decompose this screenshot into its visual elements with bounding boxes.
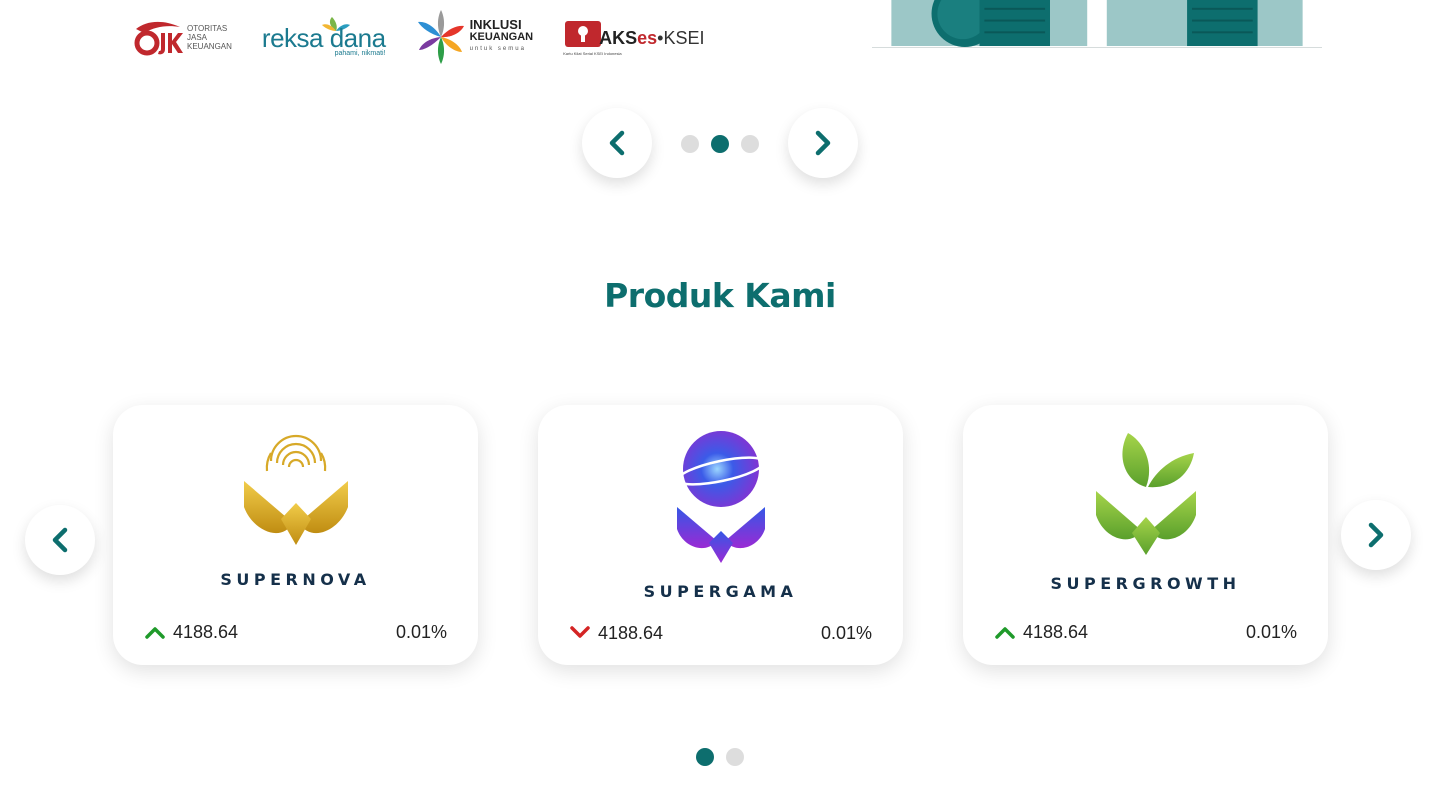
akses-ksei-logo: AKSes•KSEI Kartu Kilat Serial KSEI Indon… xyxy=(563,19,705,56)
reksa-dana-name: reksa dana xyxy=(261,23,386,53)
product-change: 0.01% xyxy=(395,621,447,642)
partner-logos: OTORITAS JASA KEUANGAN reksa dana pahami… xyxy=(134,6,705,68)
product-change: 0.01% xyxy=(1245,621,1297,642)
chevron-right-icon xyxy=(815,130,831,156)
hero-dot-1[interactable] xyxy=(681,135,699,153)
product-value: 4188.64 xyxy=(1023,621,1089,642)
ojk-line-2: JASA xyxy=(187,32,208,42)
product-name: SUPERNOVA xyxy=(220,570,371,589)
hero-dot-2[interactable] xyxy=(711,135,729,153)
chevron-left-icon xyxy=(609,130,625,156)
ojk-mark-icon xyxy=(134,21,183,56)
products-dot-2[interactable] xyxy=(726,748,744,766)
supernova-logo xyxy=(113,431,478,551)
supergama-emblem-icon xyxy=(676,431,765,563)
product-value: 4188.64 xyxy=(598,622,664,643)
products-next-button[interactable] xyxy=(1341,500,1411,570)
ojk-logo: OTORITAS JASA KEUANGAN xyxy=(134,17,232,57)
inklusi-line-1: INKLUSI xyxy=(469,17,522,32)
product-change: 0.01% xyxy=(820,622,872,643)
akses-shield-icon xyxy=(565,20,602,47)
supergrowth-emblem-icon xyxy=(1095,433,1196,555)
product-name: SUPERGROWTH xyxy=(1050,574,1241,593)
inklusi-line-2: KEUANGAN xyxy=(469,31,534,43)
product-name: SUPERGAMA xyxy=(643,582,798,601)
product-card-supergama[interactable]: SUPERGAMA 4188.64 0.01% xyxy=(538,405,903,665)
product-stats: 4188.64 0.01% xyxy=(995,619,1297,645)
products-pagination-dots xyxy=(696,748,744,766)
trend-down-icon xyxy=(570,626,590,640)
products-dot-1[interactable] xyxy=(696,748,714,766)
inklusi-line-3: untuk semua xyxy=(469,46,526,52)
hero-dot-3[interactable] xyxy=(741,135,759,153)
product-stats: 4188.64 0.01% xyxy=(145,619,447,645)
akses-tagline: Kartu Kilat Serial KSEI Indonesia xyxy=(563,50,622,56)
product-card-supergrowth[interactable]: SUPERGROWTH 4188.64 0.01% xyxy=(963,405,1328,665)
supergrowth-logo xyxy=(963,431,1328,557)
inklusi-keuangan-logo: INKLUSI KEUANGAN untuk semua xyxy=(416,8,534,66)
reksa-dana-tagline: pahami, nikmati! xyxy=(334,50,386,57)
product-stats: 4188.64 0.01% xyxy=(570,620,872,646)
supergama-logo xyxy=(538,427,903,567)
hero-next-button[interactable] xyxy=(788,108,858,178)
product-card-supernova[interactable]: SUPERNOVA 4188.64 0.01% xyxy=(113,405,478,665)
ojk-line-1: OTORITAS xyxy=(187,23,228,33)
inklusi-flower-icon xyxy=(417,10,464,64)
hero-money-illustration xyxy=(872,0,1322,48)
section-title: Produk Kami xyxy=(604,276,836,315)
products-prev-button[interactable] xyxy=(25,505,95,575)
akses-name: AKSes•KSEI xyxy=(599,27,705,48)
chevron-left-icon xyxy=(52,527,68,553)
product-value: 4188.64 xyxy=(173,621,239,642)
hero-pagination-dots xyxy=(681,135,759,153)
supernova-emblem-icon xyxy=(243,434,348,545)
trend-up-icon xyxy=(995,625,1015,639)
page: OTORITAS JASA KEUANGAN reksa dana pahami… xyxy=(0,0,1440,810)
hero-prev-button[interactable] xyxy=(582,108,652,178)
reksa-dana-logo: reksa dana pahami, nikmati! xyxy=(262,17,386,57)
trend-up-icon xyxy=(145,625,165,639)
ojk-line-3: KEUANGAN xyxy=(187,41,232,51)
chevron-right-icon xyxy=(1368,522,1384,548)
